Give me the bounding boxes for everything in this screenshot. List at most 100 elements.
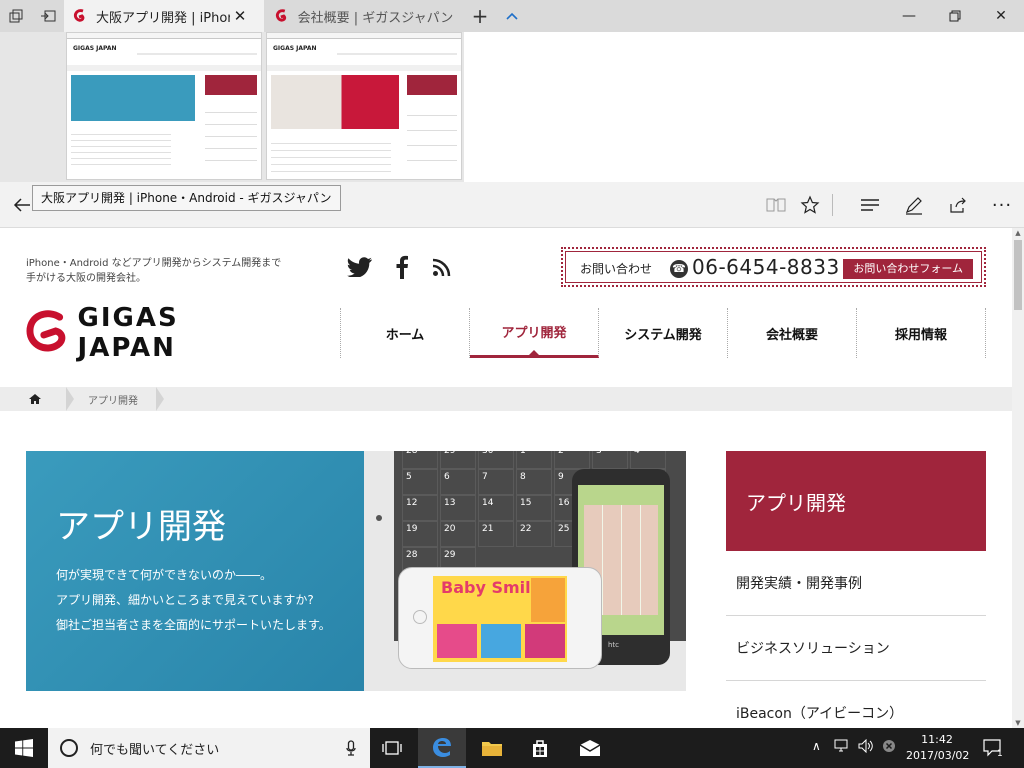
sidebar-item-achievements[interactable]: 開発実績・開発事例 — [726, 551, 986, 616]
calendar-day: 6 — [440, 469, 476, 495]
file-explorer-icon[interactable] — [468, 728, 516, 768]
breadcrumb-home-icon[interactable] — [0, 387, 70, 411]
notification-count: 1 — [997, 749, 1003, 758]
tab-title: 会社概要 | ギガスジャパン — [297, 10, 454, 26]
facebook-icon[interactable] — [388, 254, 416, 280]
action-center-icon[interactable]: 1 — [982, 738, 1006, 759]
twitter-icon[interactable] — [346, 254, 374, 280]
scroll-down-icon[interactable]: ▼ — [1012, 718, 1024, 728]
baby-smile-text: Baby Smile — [441, 578, 542, 597]
nav-app-dev[interactable]: アプリ開発 — [470, 308, 599, 358]
sidebar-heading: アプリ開発 — [726, 451, 986, 551]
phone-number[interactable]: 06-6454-8833 — [692, 255, 840, 279]
site-logo[interactable]: GIGAS JAPAN — [26, 303, 286, 363]
breadcrumb-current: アプリ開発 — [88, 396, 138, 407]
tab-tooltip: 大阪アプリ開発 | iPhone・Android - ギガスジャパン — [32, 185, 341, 211]
calendar-day: 1 — [516, 451, 552, 469]
preview-office-photo — [271, 75, 399, 129]
sidebar-item-ibeacon[interactable]: iBeacon（アイビーコン） — [726, 681, 986, 728]
nav-home[interactable]: ホーム — [341, 308, 470, 358]
preview-side-head — [205, 75, 257, 95]
volume-icon[interactable] — [858, 738, 874, 756]
store-icon[interactable] — [516, 728, 564, 768]
web-page: iPhone・Android などアプリ開発からシステム開発まで手がける大阪の開… — [0, 228, 1012, 728]
calendar-day: 14 — [478, 495, 514, 521]
minimize-button[interactable]: — — [886, 0, 932, 32]
windows-icon — [15, 739, 33, 757]
tab-app-dev[interactable]: 大阪アプリ開発 | iPhone・ ✕ — [64, 0, 264, 32]
close-tab-icon[interactable]: ✕ — [230, 7, 250, 25]
tab-previews: GIGAS JAPAN GIGAS JAPAN — [0, 32, 464, 182]
calendar-day: 30 — [478, 451, 514, 469]
hero-copy-line: アプリ開発、細かいところまで見えていますか? — [56, 593, 314, 607]
calendar-day: 5 — [402, 469, 438, 495]
calendar-day: 21 — [478, 521, 514, 547]
site-tagline: iPhone・Android などアプリ開発からシステム開発まで手がける大阪の開… — [26, 258, 282, 284]
contact-form-button[interactable]: お問い合わせフォーム — [843, 259, 973, 279]
preview-side-list — [407, 101, 457, 171]
scroll-thumb[interactable] — [1014, 240, 1022, 310]
calendar-day: 29 — [440, 451, 476, 469]
gigas-favicon-icon — [275, 9, 287, 22]
logo-text: GIGAS JAPAN — [77, 303, 179, 363]
breadcrumb-separator — [156, 387, 164, 411]
nav-company[interactable]: 会社概要 — [728, 308, 857, 358]
calendar-day: 19 — [402, 521, 438, 547]
gigas-logo-icon — [26, 310, 66, 352]
task-view-icon[interactable] — [368, 728, 416, 768]
hero-title: アプリ開発 — [56, 507, 226, 547]
scroll-up-icon[interactable]: ▲ — [1012, 228, 1024, 238]
page-scrollbar[interactable]: ▲ ▼ — [1012, 228, 1024, 728]
show-hidden-icons[interactable]: ∧ — [812, 739, 821, 753]
sidebar-item-business-solutions[interactable]: ビジネスソリューション — [726, 616, 986, 681]
network-icon[interactable] — [834, 739, 850, 756]
hub-icon[interactable] — [856, 192, 884, 218]
favorite-star-icon[interactable] — [796, 192, 824, 218]
hero-banner: アプリ開発 何が実現できて何ができないのか――。 アプリ開発、細かいところまで見… — [26, 451, 686, 691]
share-icon[interactable] — [944, 192, 972, 218]
calendar-day: 8 — [516, 469, 552, 495]
reading-view-icon[interactable] — [762, 192, 790, 218]
hero-copy-line: 御社ご担当者さまを全面的にサポートいたします。 — [56, 618, 331, 632]
calendar-day: 20 — [440, 521, 476, 547]
tab-company[interactable]: 会社概要 | ギガスジャパン — [266, 0, 464, 32]
iphone-screen: Baby Smile — [433, 576, 567, 662]
nav-system-dev[interactable]: システム開発 — [599, 308, 728, 358]
taskbar: 何でも聞いてください ∧ 11:42 2017/03/02 1 — [0, 728, 1024, 768]
edge-taskbar-icon[interactable] — [418, 728, 466, 768]
tab-preview-app-dev[interactable]: GIGAS JAPAN — [66, 32, 262, 180]
htc-label: htc — [608, 641, 620, 649]
set-tabs-aside-icon[interactable] — [36, 4, 60, 28]
nav-recruit[interactable]: 採用情報 — [857, 308, 986, 358]
breadcrumb: アプリ開発 — [0, 387, 1012, 411]
tab-preview-company[interactable]: GIGAS JAPAN — [266, 32, 462, 180]
mail-icon[interactable] — [566, 728, 614, 768]
cortana-search[interactable]: 何でも聞いてください — [48, 728, 370, 768]
calendar-day: 7 — [478, 469, 514, 495]
calendar-day: 15 — [516, 495, 552, 521]
calendar-day: 13 — [440, 495, 476, 521]
cortana-icon — [60, 739, 78, 757]
hide-previews-icon[interactable] — [500, 4, 524, 28]
preview-side-head — [407, 75, 457, 95]
clock-date: 2017/03/02 — [906, 749, 970, 762]
calendar-day: 12 — [402, 495, 438, 521]
more-actions-icon[interactable]: ··· — [988, 192, 1016, 218]
tab-sets-icon[interactable] — [4, 4, 28, 28]
restore-button[interactable] — [932, 0, 978, 32]
close-window-button[interactable]: ✕ — [978, 0, 1024, 32]
new-tab-button[interactable]: + — [468, 4, 492, 28]
tab-title: 大阪アプリ開発 | iPhone・ — [96, 10, 230, 26]
web-note-icon[interactable] — [900, 192, 928, 218]
microphone-icon[interactable] — [346, 740, 356, 760]
start-button[interactable] — [0, 728, 48, 768]
power-error-icon[interactable] — [882, 739, 896, 756]
contact-label: お問い合わせ — [580, 262, 653, 276]
rss-icon[interactable] — [428, 254, 456, 280]
contact-box: お問い合わせ ☎ 06-6454-8833 お問い合わせフォーム — [561, 247, 986, 287]
clock[interactable]: 11:42 2017/03/02 — [906, 732, 970, 764]
preview-text — [271, 137, 391, 177]
preview-text — [71, 129, 171, 169]
preview-logo: GIGAS JAPAN — [273, 45, 317, 52]
calendar-day: 4 — [630, 451, 666, 469]
